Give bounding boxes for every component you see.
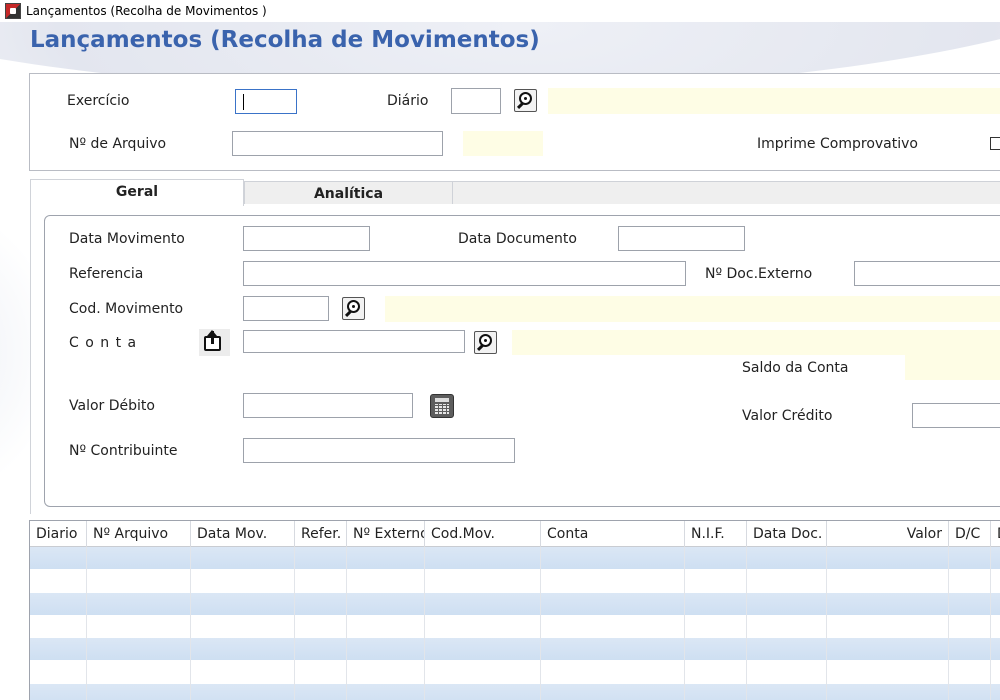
cod-movimento-input[interactable] — [243, 296, 329, 321]
column-header-dc[interactable]: D/C — [949, 521, 991, 547]
diario-input[interactable] — [451, 88, 501, 114]
saldo-label: Saldo da Conta — [742, 360, 849, 376]
doc-externo-label: Nº Doc.Externo — [705, 266, 813, 282]
saldo-readonly-field — [905, 355, 1000, 380]
exercicio-input[interactable] — [235, 89, 297, 114]
app-icon — [5, 3, 21, 19]
column-header-cod-mov[interactable]: Cod.Mov. — [425, 521, 541, 547]
calculator-icon — [435, 398, 449, 402]
column-header-externo[interactable]: Nº Externo — [347, 521, 425, 547]
tab-analitica[interactable]: Analítica — [244, 181, 453, 206]
referencia-input[interactable] — [243, 261, 686, 286]
table-row[interactable] — [30, 547, 1000, 569]
column-header-d[interactable]: D — [991, 521, 1000, 547]
movements-grid[interactable]: Diario Nº Arquivo Data Mov. Refer. Nº Ex… — [29, 520, 1000, 700]
valor-credito-label: Valor Crédito — [742, 408, 833, 424]
conta-share-button[interactable] — [199, 329, 230, 356]
column-header-nif[interactable]: N.I.F. — [685, 521, 747, 547]
table-row[interactable] — [30, 615, 1000, 637]
tab-strip — [453, 181, 1000, 204]
column-header-valor[interactable]: Valor — [827, 521, 949, 547]
table-row[interactable] — [30, 684, 1000, 700]
column-header-refer[interactable]: Refer. — [295, 521, 347, 547]
column-header-arquivo[interactable]: Nº Arquivo — [87, 521, 191, 547]
doc-externo-input[interactable] — [854, 261, 1000, 286]
valor-credito-input[interactable] — [912, 403, 1000, 428]
contribuinte-label: Nº Contribuinte — [69, 443, 178, 459]
page-title: Lançamentos (Recolha de Movimentos) — [30, 27, 540, 53]
data-movimento-input[interactable] — [243, 226, 370, 251]
table-row[interactable] — [30, 569, 1000, 591]
cod-movimento-lookup-button[interactable] — [342, 297, 365, 320]
tab-geral[interactable]: Geral — [30, 179, 244, 206]
arquivo-readonly-field — [463, 131, 543, 156]
conta-input[interactable] — [243, 330, 465, 353]
arquivo-input[interactable] — [232, 131, 443, 156]
conta-lookup-button[interactable] — [474, 331, 497, 354]
column-header-data-mov[interactable]: Data Mov. — [191, 521, 295, 547]
grid-header: Diario Nº Arquivo Data Mov. Refer. Nº Ex… — [30, 521, 1000, 547]
table-row[interactable] — [30, 593, 1000, 615]
conta-description-field — [512, 330, 1000, 355]
imprime-checkbox[interactable] — [990, 137, 1000, 150]
conta-label: C o n t a — [69, 335, 138, 351]
window-title: Lançamentos (Recolha de Movimentos ) — [26, 4, 267, 18]
diario-lookup-button[interactable] — [514, 89, 537, 112]
diario-description-field — [548, 88, 1000, 114]
text-caret — [243, 94, 244, 110]
diario-label: Diário — [387, 93, 429, 109]
data-movimento-label: Data Movimento — [69, 231, 185, 247]
table-row[interactable] — [30, 661, 1000, 683]
valor-debito-label: Valor Débito — [69, 398, 155, 414]
arquivo-label: Nº de Arquivo — [69, 136, 167, 152]
calculator-button[interactable] — [430, 394, 454, 418]
geral-group-box — [44, 215, 1000, 507]
referencia-label: Referencia — [69, 266, 144, 282]
column-header-conta[interactable]: Conta — [541, 521, 685, 547]
data-documento-label: Data Documento — [458, 231, 577, 247]
exercicio-label: Exercício — [67, 93, 130, 109]
imprime-label: Imprime Comprovativo — [757, 136, 918, 152]
data-documento-input[interactable] — [618, 226, 745, 251]
valor-debito-input[interactable] — [243, 393, 413, 418]
contribuinte-input[interactable] — [243, 438, 515, 463]
table-row[interactable] — [30, 638, 1000, 660]
cod-movimento-description-field — [385, 296, 1000, 322]
window-titlebar: Lançamentos (Recolha de Movimentos ) — [0, 0, 1000, 22]
column-header-diario[interactable]: Diario — [30, 521, 87, 547]
column-header-data-doc[interactable]: Data Doc. — [747, 521, 827, 547]
cod-movimento-label: Cod. Movimento — [69, 301, 184, 317]
